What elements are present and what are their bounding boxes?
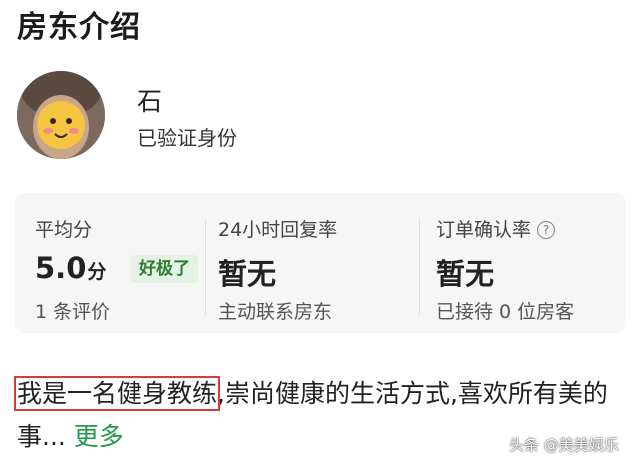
watermark: 头条 @美美娱乐 <box>509 436 619 454</box>
stat-rating-review-count[interactable]: 1 条评价 <box>35 297 110 324</box>
contact-host-link[interactable]: 主动联系房东 <box>218 297 332 324</box>
stat-rating: 平均分 5.0分 好极了 1 条评价 <box>35 193 205 333</box>
stat-confirm-rate-label: 订单确认率 <box>436 219 532 241</box>
help-icon[interactable]: ? <box>537 221 556 239</box>
host-stats-card: 平均分 5.0分 好极了 1 条评价 24小时回复率 暂无 主动联系房东 订单确… <box>15 193 626 333</box>
stat-reply-rate-value: 暂无 <box>218 257 277 291</box>
stat-reply-rate: 24小时回复率 暂无 主动联系房东 <box>218 193 418 333</box>
host-name: 石 <box>137 87 163 116</box>
emoji-sticker-icon <box>37 101 85 149</box>
stat-confirm-rate-label-row: 订单确认率? <box>436 215 556 242</box>
stat-guests-hosted: 已接待 0 位房客 <box>436 301 575 323</box>
stat-rating-label: 平均分 <box>35 219 93 241</box>
stat-rating-value: 5.0 <box>35 251 87 285</box>
more-link[interactable]: 更多 <box>74 422 124 451</box>
section-title: 房东介绍 <box>17 10 141 45</box>
stat-divider <box>205 219 206 315</box>
rating-badge: 好极了 <box>131 255 198 283</box>
stat-reply-rate-label: 24小时回复率 <box>218 219 338 241</box>
stat-confirm-rate-value: 暂无 <box>436 257 495 291</box>
stat-rating-value-row: 5.0分 <box>35 251 106 285</box>
avatar-image <box>17 71 105 159</box>
intro-highlighted-text: 我是一名健身教练 <box>13 376 221 411</box>
stat-divider <box>419 219 420 315</box>
stat-rating-unit: 分 <box>87 261 107 283</box>
host-verified-status: 已验证身份 <box>137 126 237 150</box>
host-avatar[interactable] <box>17 71 105 159</box>
stat-confirm-rate: 订单确认率? 暂无 已接待 0 位房客 <box>436 193 616 333</box>
